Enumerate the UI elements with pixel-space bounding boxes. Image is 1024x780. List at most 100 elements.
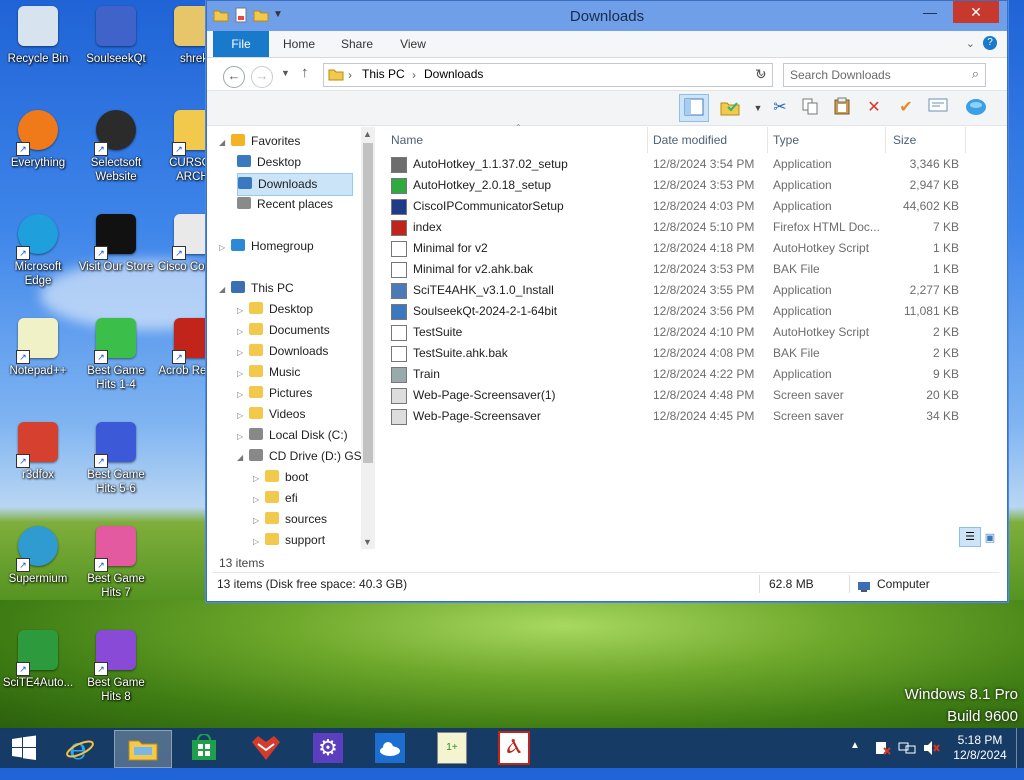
nav-pc-videos[interactable]: ▷ Videos bbox=[237, 404, 305, 425]
nav-pc-pictures[interactable]: ▷ Pictures bbox=[237, 383, 312, 404]
desktop-icon[interactable]: ↗ SciTE4Auto... bbox=[0, 626, 76, 690]
help-icon[interactable]: ? bbox=[983, 36, 997, 50]
close-button[interactable]: ✕ bbox=[953, 1, 999, 23]
nav-pc-local-disk-c-[interactable]: ▷ Local Disk (C:) bbox=[237, 425, 348, 446]
show-desktop-button[interactable] bbox=[1016, 728, 1024, 768]
file-row[interactable]: Web-Page-Screensaver(1) 12/8/2024 4:48 PM… bbox=[389, 385, 969, 406]
nav-fav-desktop[interactable]: Desktop bbox=[237, 152, 301, 173]
desktop-icon[interactable]: ↗ r3dfox bbox=[0, 418, 76, 482]
chevron-down-icon[interactable]: ▼ bbox=[747, 97, 769, 119]
desktop-icon[interactable]: ↗ Selectsoft Website bbox=[78, 106, 154, 184]
tab-view[interactable]: View bbox=[395, 31, 431, 57]
desktop-icon[interactable]: ↗ Best Game Hits 1-4 bbox=[78, 314, 154, 392]
desktop-icon[interactable]: ↗ Best Game Hits 8 bbox=[78, 626, 154, 704]
title-bar[interactable]: ▼ Downloads — □ ✕ bbox=[207, 1, 1007, 31]
nav-cd-support[interactable]: ▷ support bbox=[253, 530, 325, 551]
show-hidden-icons[interactable]: ▲ bbox=[850, 740, 860, 780]
cut-icon[interactable]: ✂ bbox=[769, 97, 791, 119]
preview-pane-icon[interactable] bbox=[679, 94, 709, 122]
action-center-icon[interactable] bbox=[874, 740, 892, 780]
back-button[interactable]: ← bbox=[223, 66, 245, 88]
file-row[interactable]: SciTE4AHK_v3.1.0_Install 12/8/2024 3:55 P… bbox=[389, 280, 969, 301]
network-icon[interactable] bbox=[898, 740, 916, 780]
file-row[interactable]: TestSuite 12/8/2024 4:10 PM AutoHotkey Scr… bbox=[389, 322, 969, 343]
onedrive-taskbar-icon[interactable] bbox=[362, 730, 418, 766]
scroll-thumb[interactable] bbox=[363, 143, 373, 463]
file-row[interactable]: AutoHotkey_2.0.18_setup 12/8/2024 3:53 PM… bbox=[389, 175, 969, 196]
nav-fav-recent-places[interactable]: Recent places bbox=[237, 194, 333, 215]
nav-pc-music[interactable]: ▷ Music bbox=[237, 362, 300, 383]
store-taskbar-icon[interactable] bbox=[176, 730, 232, 766]
delete-icon[interactable]: ✕ bbox=[863, 97, 885, 119]
file-row[interactable]: Web-Page-Screensaver 12/8/2024 4:45 PM Scr… bbox=[389, 406, 969, 427]
file-row[interactable]: index 12/8/2024 5:10 PM Firefox HTML Doc..… bbox=[389, 217, 969, 238]
refresh-icon[interactable]: ↻ bbox=[755, 66, 767, 83]
desktop-icon[interactable]: ↗ Supermium bbox=[0, 522, 76, 586]
folder-icon bbox=[249, 407, 263, 419]
desktop-icon[interactable]: ↗ Best Game Hits 7 bbox=[78, 522, 154, 600]
desktop-icon[interactable]: SoulseekQt bbox=[78, 2, 154, 66]
acrobat-taskbar-icon[interactable]: Ⲁ bbox=[486, 730, 542, 766]
nav-fav-downloads[interactable]: Downloads bbox=[237, 173, 353, 196]
large-icons-view-icon[interactable]: ▣ bbox=[981, 529, 999, 547]
tab-home[interactable]: Home bbox=[279, 31, 319, 57]
settings-taskbar-icon[interactable]: ⚙ bbox=[300, 730, 356, 766]
nav-this-pc[interactable]: ◢ This PC bbox=[219, 278, 294, 299]
nav-cd-boot[interactable]: ▷ boot bbox=[253, 467, 308, 488]
details-view-icon[interactable]: ☰ bbox=[959, 527, 981, 547]
breadcrumb-current[interactable]: Downloads bbox=[424, 67, 483, 81]
file-row[interactable]: Train 12/8/2024 4:22 PM Application 9 KB bbox=[389, 364, 969, 385]
properties-card-icon[interactable] bbox=[927, 97, 949, 119]
breadcrumb-root[interactable]: This PC bbox=[362, 67, 405, 81]
desktop-icon[interactable]: ↗ Microsoft Edge bbox=[0, 210, 76, 288]
minimize-button[interactable]: — bbox=[915, 1, 945, 23]
column-type[interactable]: Type bbox=[773, 129, 799, 151]
nav-cd-efi[interactable]: ▷ efi bbox=[253, 488, 298, 509]
tab-share[interactable]: Share bbox=[337, 31, 377, 57]
explorer-taskbar-icon[interactable] bbox=[114, 730, 172, 768]
checklist-icon[interactable] bbox=[719, 97, 741, 119]
file-row[interactable]: Minimal for v2.ahk.bak 12/8/2024 3:53 PM B… bbox=[389, 259, 969, 280]
expand-ribbon-icon[interactable]: ⌄ bbox=[966, 37, 975, 50]
address-bar[interactable]: › This PC › Downloads ⌄ bbox=[323, 63, 773, 87]
desktop-icon[interactable]: ↗ Everything bbox=[0, 106, 76, 170]
file-type: Screen saver bbox=[773, 388, 844, 402]
rename-check-icon[interactable]: ✔ bbox=[895, 97, 917, 119]
file-row[interactable]: CiscoIPCommunicatorSetup 12/8/2024 4:03 P… bbox=[389, 196, 969, 217]
ie-taskbar-icon[interactable]: e bbox=[52, 730, 108, 766]
notepadpp-taskbar-icon[interactable]: 1+ bbox=[424, 730, 480, 766]
paste-icon[interactable] bbox=[831, 97, 853, 119]
clock[interactable]: 5:18 PM 12/8/2024 bbox=[950, 733, 1010, 773]
file-row[interactable]: AutoHotkey_1.1.37.02_setup 12/8/2024 3:54… bbox=[389, 154, 969, 175]
nav-homegroup[interactable]: ▷ Homegroup bbox=[219, 236, 314, 257]
network-globe-icon[interactable] bbox=[965, 97, 987, 119]
nav-pc-cd-drive-d-gsp[interactable]: ◢ CD Drive (D:) GSP bbox=[237, 446, 370, 467]
recent-locations-icon[interactable]: ▼ bbox=[281, 68, 290, 78]
status-location: Computer bbox=[877, 577, 930, 591]
column-size[interactable]: Size bbox=[893, 129, 916, 151]
nav-pc-downloads[interactable]: ▷ Downloads bbox=[237, 341, 328, 362]
search-icon[interactable]: ⌕ bbox=[972, 66, 979, 82]
nav-pc-documents[interactable]: ▷ Documents bbox=[237, 320, 330, 341]
file-row[interactable]: Minimal for v2 12/8/2024 4:18 PM AutoHotke… bbox=[389, 238, 969, 259]
file-row[interactable]: SoulseekQt-2024-2-1-64bit 12/8/2024 3:56 … bbox=[389, 301, 969, 322]
column-name[interactable]: Name bbox=[391, 129, 423, 151]
up-button[interactable]: ↑ bbox=[301, 64, 309, 81]
nav-favorites[interactable]: ◢ Favorites bbox=[219, 131, 300, 152]
forward-button[interactable]: → bbox=[251, 66, 273, 88]
desktop-icon[interactable]: Recycle Bin bbox=[0, 2, 76, 66]
column-date[interactable]: Date modified bbox=[653, 129, 727, 151]
file-row[interactable]: TestSuite.ahk.bak 12/8/2024 4:08 PM BAK Fi… bbox=[389, 343, 969, 364]
nav-pc-desktop[interactable]: ▷ Desktop bbox=[237, 299, 313, 320]
tab-file[interactable]: File bbox=[213, 31, 269, 57]
desktop-icon[interactable]: ↗ Notepad++ bbox=[0, 314, 76, 378]
r3dfox-taskbar-icon[interactable] bbox=[238, 730, 294, 766]
desktop-icon[interactable]: ↗ Best Game Hits 5-6 bbox=[78, 418, 154, 496]
nav-cd-sources[interactable]: ▷ sources bbox=[253, 509, 327, 530]
copy-icon[interactable] bbox=[799, 97, 821, 119]
start-button[interactable] bbox=[0, 730, 48, 766]
volume-muted-icon[interactable] bbox=[922, 740, 940, 780]
search-input[interactable]: Search Downloads ⌕ bbox=[783, 63, 986, 87]
desktop-icon[interactable]: ↗ Visit Our Store bbox=[78, 210, 154, 274]
nav-scrollbar[interactable]: ▲ ▼ bbox=[361, 127, 375, 549]
